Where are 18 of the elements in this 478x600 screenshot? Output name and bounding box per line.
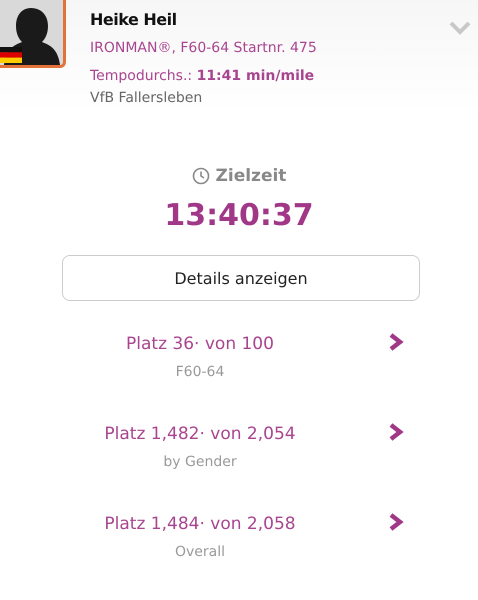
finish-time: 13:40:37 bbox=[164, 198, 314, 233]
ranking-category: Overall bbox=[174, 544, 226, 560]
event-info: IRONMAN®, F60-64 Startnr. 475 bbox=[90, 40, 317, 58]
athlete-name: Heike Heil bbox=[90, 10, 178, 31]
flag-icon bbox=[0, 47, 22, 63]
clock-icon bbox=[192, 167, 210, 185]
chevron-right-icon[interactable] bbox=[388, 423, 404, 441]
details-button[interactable]: Details anzeigen bbox=[62, 255, 420, 301]
ranking-category: by Gender bbox=[163, 454, 237, 470]
ranking-place[interactable]: Platz 36· von 100 bbox=[126, 334, 274, 354]
pace-text: Tempodurchs.: 11:41 min/mile bbox=[90, 68, 316, 86]
ranking-category: F60-64 bbox=[176, 364, 224, 380]
ranking-place[interactable]: Platz 1,482· von 2,054 bbox=[104, 424, 296, 444]
chevron-right-icon[interactable] bbox=[388, 333, 404, 351]
finish-label: Zielzeit bbox=[216, 166, 286, 186]
club-name: VfB Fallersleben bbox=[90, 90, 204, 106]
chevron-right-icon[interactable] bbox=[388, 513, 404, 531]
ranking-place[interactable]: Platz 1,484· von 2,058 bbox=[104, 514, 296, 534]
